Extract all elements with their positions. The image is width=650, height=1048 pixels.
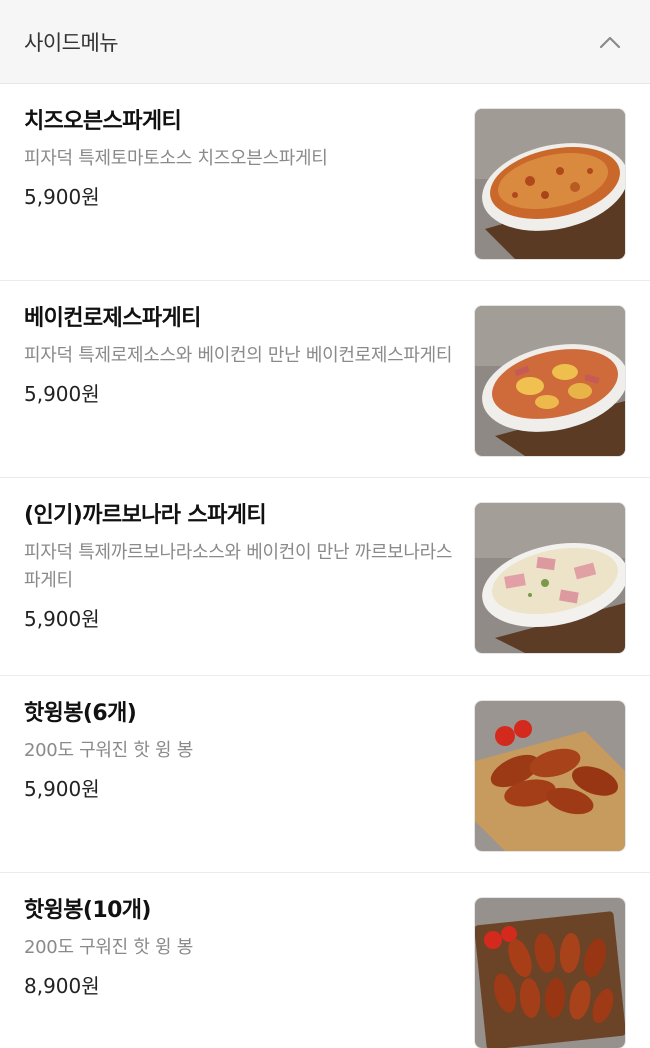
- menu-item-price: 5,900원: [24, 607, 100, 631]
- menu-item[interactable]: 베이컨로제스파게티 피자덕 특제로제소스와 베이컨의 만난 베이컨로제스파게티 …: [0, 281, 650, 478]
- menu-item-description: 200도 구워진 핫 윙 봉: [24, 740, 193, 761]
- menu-item-name: 베이컨로제스파게티: [24, 306, 201, 331]
- section-title: 사이드메뉴: [24, 30, 119, 55]
- side-menu-header[interactable]: 사이드메뉴: [0, 0, 650, 84]
- menu-item[interactable]: 핫윙봉(10개) 200도 구워진 핫 윙 봉 8,900원: [0, 873, 650, 1048]
- carbonara-spaghetti-photo: [474, 502, 626, 654]
- menu-item-price: 8,900원: [24, 974, 100, 998]
- menu-item-name: 핫윙봉(10개): [24, 898, 151, 923]
- menu-list: 치즈오븐스파게티 피자덕 특제토마토소스 치즈오븐스파게티 5,900원 베이컨…: [0, 84, 650, 1048]
- menu-item[interactable]: 치즈오븐스파게티 피자덕 특제토마토소스 치즈오븐스파게티 5,900원: [0, 84, 650, 281]
- menu-item-name: (인기)까르보나라 스파게티: [24, 503, 267, 528]
- menu-item-info: 베이컨로제스파게티 피자덕 특제로제소스와 베이컨의 만난 베이컨로제스파게티 …: [24, 303, 456, 477]
- hot-wings-10-photo: [474, 897, 626, 1048]
- menu-item-info: 핫윙봉(6개) 200도 구워진 핫 윙 봉 5,900원: [24, 698, 456, 872]
- bacon-rose-spaghetti-photo: [474, 305, 626, 457]
- menu-item[interactable]: 핫윙봉(6개) 200도 구워진 핫 윙 봉 5,900원: [0, 676, 650, 873]
- menu-item-info: 핫윙봉(10개) 200도 구워진 핫 윙 봉 8,900원: [24, 895, 456, 1048]
- menu-item-description: 피자덕 특제로제소스와 베이컨의 만난 베이컨로제스파게티: [24, 345, 453, 366]
- menu-item-description: 피자덕 특제까르보나라소스와 베이컨이 만난 까르보나라스파게티: [24, 542, 453, 591]
- hot-wings-6-photo: [474, 700, 626, 852]
- menu-item-name: 핫윙봉(6개): [24, 701, 137, 726]
- menu-item-description: 200도 구워진 핫 윙 봉: [24, 937, 193, 958]
- menu-item-price: 5,900원: [24, 185, 100, 209]
- menu-item-info: 치즈오븐스파게티 피자덕 특제토마토소스 치즈오븐스파게티 5,900원: [24, 106, 456, 280]
- menu-item-info: (인기)까르보나라 스파게티 피자덕 특제까르보나라소스와 베이컨이 만난 까르…: [24, 500, 456, 675]
- menu-item[interactable]: (인기)까르보나라 스파게티 피자덕 특제까르보나라소스와 베이컨이 만난 까르…: [0, 478, 650, 676]
- menu-item-name: 치즈오븐스파게티: [24, 109, 182, 134]
- menu-item-price: 5,900원: [24, 382, 100, 406]
- menu-item-price: 5,900원: [24, 777, 100, 801]
- chevron-up-icon[interactable]: [598, 30, 622, 54]
- menu-item-description: 피자덕 특제토마토소스 치즈오븐스파게티: [24, 148, 328, 169]
- cheese-oven-spaghetti-photo: [474, 108, 626, 260]
